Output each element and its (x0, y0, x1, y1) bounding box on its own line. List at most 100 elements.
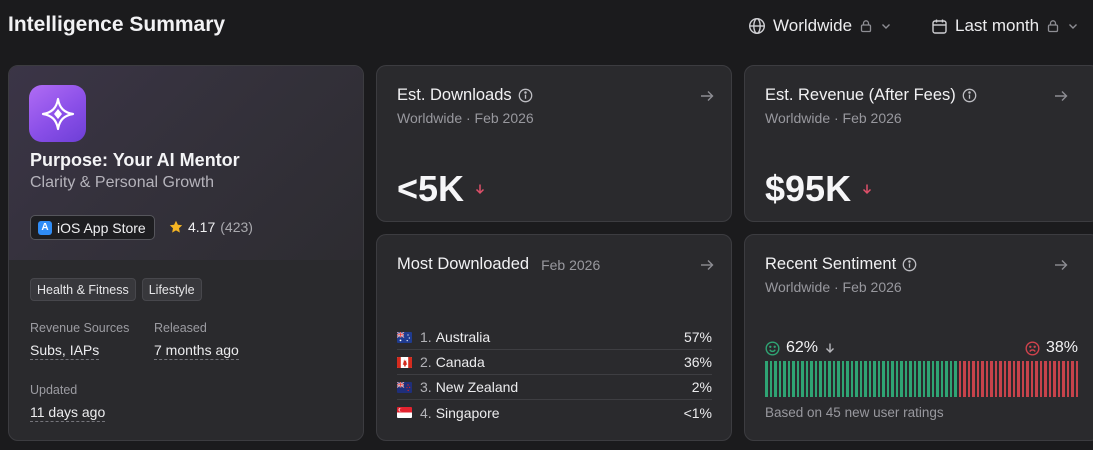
arrow-down-icon (826, 343, 835, 353)
smile-icon (765, 340, 780, 356)
sentiment-card[interactable]: Recent Sentiment Worldwide · Feb 2026 62… (744, 234, 1093, 441)
released: Released 7 months ago (154, 321, 239, 360)
negative-segment (1044, 361, 1047, 397)
country-rank: 2. (420, 354, 432, 370)
header: Intelligence Summary Worldwide Last mont… (0, 0, 1093, 52)
chevron-down-icon (1069, 24, 1078, 29)
period-filter-label: Last month (955, 16, 1040, 35)
positive-segment (774, 361, 777, 397)
country-row[interactable]: 1. Australia 57% (397, 325, 712, 350)
country-name: Canada (435, 354, 485, 370)
country-row[interactable]: 4. Singapore <1% (397, 400, 712, 425)
negative-segment (1003, 361, 1006, 397)
sentiment-title: Recent Sentiment (765, 255, 897, 273)
lock-icon (1047, 20, 1059, 33)
released-label: Released (154, 321, 207, 335)
info-icon[interactable] (902, 257, 917, 272)
sentiment-subtitle: Worldwide · Feb 2026 (765, 279, 902, 295)
globe-icon (748, 17, 766, 35)
negative-segment (1012, 361, 1015, 397)
store-badge-label: iOS App Store (57, 219, 146, 236)
revenue-card[interactable]: Est. Revenue (After Fees) Worldwide · Fe… (744, 65, 1093, 222)
updated: Updated 11 days ago (30, 383, 106, 422)
positive-segment (832, 361, 835, 397)
negative-segment (1048, 361, 1051, 397)
negative-segment (1035, 361, 1038, 397)
negative-segment (990, 361, 993, 397)
positive-segment (904, 361, 907, 397)
downloads-value: <5K (397, 168, 465, 209)
positive-segment (837, 361, 840, 397)
app-name: Purpose: Your AI Mentor (30, 150, 240, 170)
revenue-sources-value[interactable]: Subs, IAPs (30, 342, 100, 360)
app-store-icon: A (38, 220, 52, 235)
country-rank: 4. (420, 404, 432, 421)
calendar-icon (932, 19, 947, 34)
country-row[interactable]: 2. Canada 36% (397, 350, 712, 375)
negative-segment (1071, 361, 1074, 397)
info-icon[interactable] (962, 88, 977, 103)
country-name: Australia (435, 329, 491, 345)
country-rank: 3. (420, 379, 432, 395)
downloads-title: Est. Downloads (397, 86, 512, 104)
negative-segment (999, 361, 1002, 397)
most-downloaded-date: Feb 2026 (541, 256, 601, 273)
most-downloaded-title-row: Most Downloaded Feb 2026 (397, 255, 600, 274)
positive-segment (805, 361, 808, 397)
negative-segment (1030, 361, 1033, 397)
country-percent: 36% (683, 354, 712, 370)
category-tags: Health & Fitness Lifestyle (30, 278, 202, 301)
sparkle-icon (41, 97, 74, 130)
negative-segment (1017, 361, 1020, 397)
region-filter[interactable]: Worldwide (748, 14, 892, 38)
positive-segment (814, 361, 817, 397)
sentiment-bar (765, 361, 1078, 397)
positive-segment (846, 361, 849, 397)
positive-segment (922, 361, 925, 397)
positive-segment (823, 361, 826, 397)
negative-segment (1039, 361, 1042, 397)
trend-down-icon (476, 184, 485, 195)
positive-segment (913, 361, 916, 397)
negative-sentiment: 38% (1025, 339, 1078, 357)
positive-segment (810, 361, 813, 397)
info-icon[interactable] (518, 88, 533, 103)
app-subtitle: Clarity & Personal Growth (30, 174, 215, 191)
arrow-right-icon[interactable] (699, 257, 715, 273)
positive-segment (841, 361, 844, 397)
negative-segment (1075, 361, 1078, 397)
negative-segment (1026, 361, 1029, 397)
most-downloaded-card[interactable]: Most Downloaded Feb 2026 1. Australia 57… (376, 234, 732, 441)
nz-flag-icon (397, 381, 412, 393)
positive-segment (918, 361, 921, 397)
country-row[interactable]: 3. New Zealand 2% (397, 375, 712, 400)
store-badge[interactable]: A iOS App Store (30, 215, 155, 240)
positive-segment (828, 361, 831, 397)
positive-segment (909, 361, 912, 397)
updated-value[interactable]: 11 days ago (30, 404, 106, 422)
revenue-value: $95K (765, 168, 852, 209)
negative-segment (1062, 361, 1065, 397)
positive-segment (936, 361, 939, 397)
tag-lifestyle[interactable]: Lifestyle (141, 278, 202, 301)
positive-segment (882, 361, 885, 397)
negative-segment (958, 361, 961, 397)
positive-segment (864, 361, 867, 397)
revenue-sources: Revenue Sources Subs, IAPs (30, 321, 129, 360)
app-icon (29, 85, 86, 142)
negative-segment (976, 361, 979, 397)
lock-icon (860, 20, 872, 33)
period-filter[interactable]: Last month (931, 14, 1079, 38)
arrow-right-icon[interactable] (1053, 257, 1069, 273)
positive-segment (796, 361, 799, 397)
rating-count: (423) (220, 219, 253, 235)
arrow-right-icon[interactable] (1053, 88, 1069, 104)
negative-percent: 38% (1045, 339, 1078, 356)
chevron-down-icon (882, 24, 891, 29)
sentiment-summary: 62% 38% (765, 339, 1078, 357)
released-value[interactable]: 7 months ago (154, 342, 239, 360)
tag-health-fitness[interactable]: Health & Fitness (30, 278, 136, 301)
revenue-title: Est. Revenue (After Fees) (765, 86, 956, 104)
arrow-right-icon[interactable] (699, 88, 715, 104)
downloads-card[interactable]: Est. Downloads Worldwide · Feb 2026 <5K (376, 65, 732, 222)
